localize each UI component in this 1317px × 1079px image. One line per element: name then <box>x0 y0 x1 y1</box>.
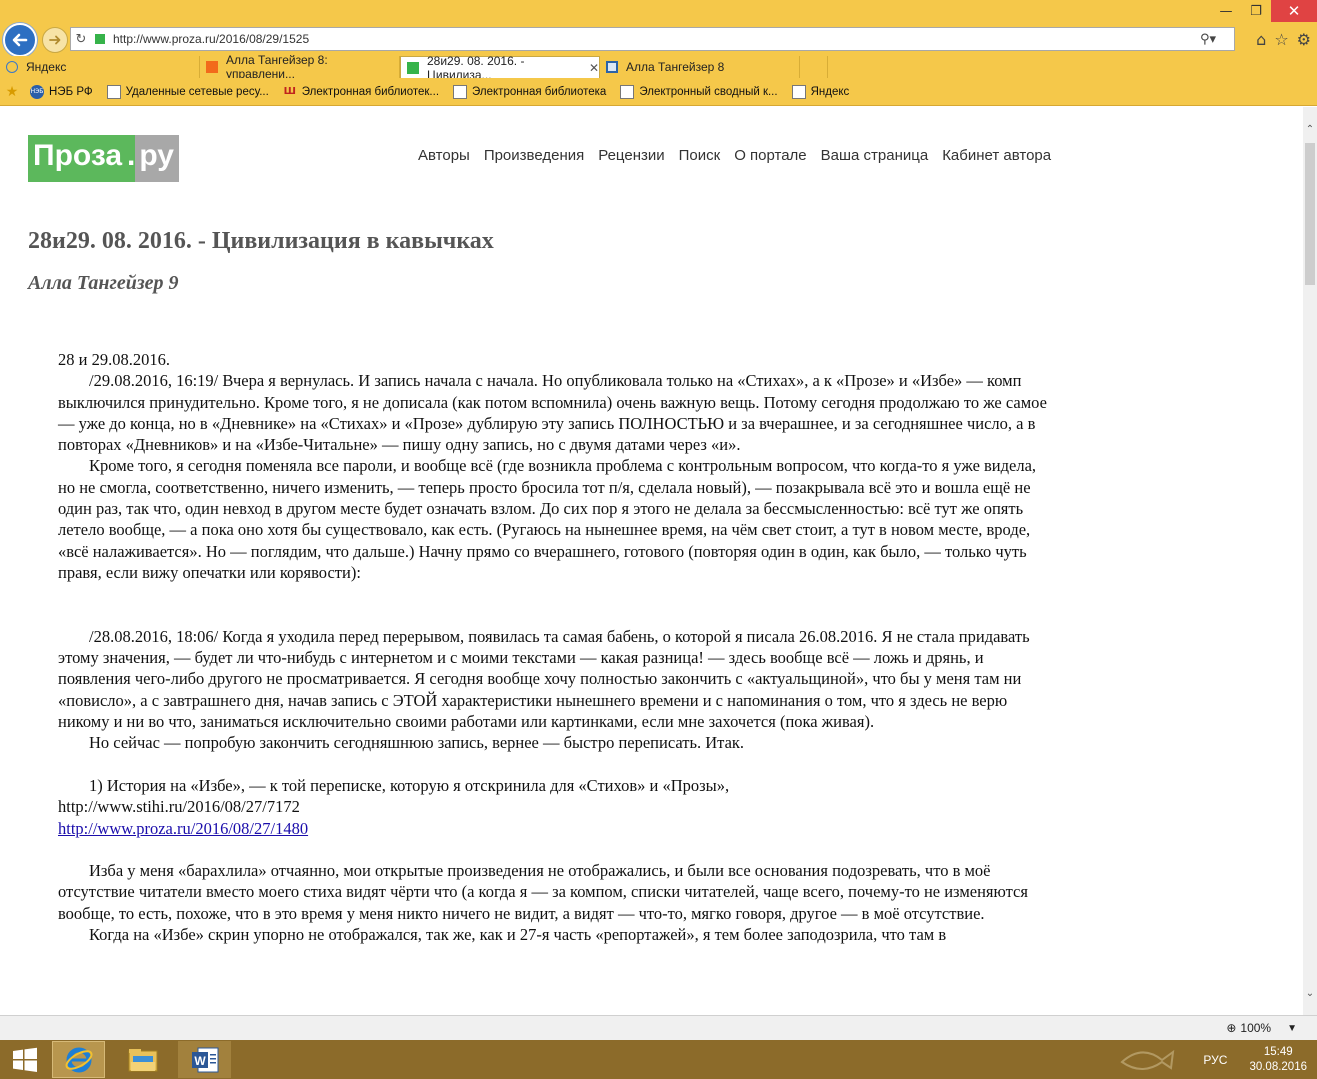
work-title: 28и29. 08. 2016. - Цивилизация в кавычка… <box>28 228 494 254</box>
scroll-down-icon[interactable]: ⌄ <box>1303 987 1317 1001</box>
taskbar-file-explorer[interactable] <box>116 1041 169 1078</box>
windows-logo-icon <box>13 1047 37 1072</box>
folder-icon <box>128 1048 157 1071</box>
orange-site-icon <box>206 61 218 73</box>
nav-search[interactable]: Поиск <box>679 147 721 164</box>
status-bar: ⊕ 100% ▼ <box>0 1015 1317 1040</box>
tab-author-management[interactable]: Алла Тангейзер 8: управлени... <box>200 53 400 81</box>
favorite-item[interactable]: Электронная библиотека <box>453 84 606 99</box>
work-text: 28 и 29.08.2016. /29.08.2016, 16:19/ Вче… <box>58 349 1048 945</box>
proza-link[interactable]: http://www.proza.ru/2016/08/27/1480 <box>58 819 308 838</box>
tab-label: Алла Тангейзер 8: управлени... <box>226 53 328 81</box>
ie-page-icon <box>6 61 18 73</box>
taskbar-internet-explorer[interactable] <box>52 1041 105 1078</box>
text-paragraph: Изба у меня «барахлила» отчаянно, мои от… <box>58 861 1028 923</box>
text-paragraph: /28.08.2016, 18:06/ Когда я уходила пере… <box>58 626 1030 732</box>
internet-explorer-icon <box>65 1047 92 1072</box>
forward-button[interactable] <box>42 27 68 53</box>
scroll-up-icon[interactable]: ⌃ <box>1303 123 1317 137</box>
start-button[interactable] <box>5 1041 45 1078</box>
taskbar-word[interactable]: W <box>178 1041 231 1078</box>
proza-site-icon <box>407 61 419 74</box>
wallpaper-fish-icon <box>1120 1049 1175 1070</box>
browser-tools: ⌂ ☆ ⚙ <box>1256 30 1311 49</box>
close-button[interactable]: ✕ <box>1271 0 1317 22</box>
input-language[interactable]: РУС <box>1203 1053 1227 1067</box>
favorite-item[interactable]: НЭБ НЭБ РФ <box>30 84 93 99</box>
zoom-level: 100% <box>1240 1021 1272 1035</box>
refresh-icon[interactable]: ↻ <box>71 32 91 47</box>
zoom-magnifier-icon: ⊕ <box>1226 1021 1237 1035</box>
site-favicon-icon <box>95 34 105 44</box>
ie-page-icon <box>791 84 806 99</box>
favorites-star-icon[interactable]: ☆ <box>1274 30 1288 49</box>
text-paragraph: Но сейчас — попробую закончить сегодняшн… <box>89 733 745 753</box>
text-date: 28 и 29.08.2016. <box>58 350 170 369</box>
tab-yandex[interactable]: Яндекс <box>0 56 200 78</box>
library-red-icon: Ш <box>283 86 296 97</box>
site-logo[interactable]: Проза. ру <box>28 135 179 182</box>
library-site-icon <box>606 61 618 73</box>
tab-current-work[interactable]: 28и29. 08. 2016. - Цивилиза... ✕ <box>400 54 600 82</box>
ie-page-icon <box>453 84 468 99</box>
text-paragraph: Кроме того, я сегодня поменяла все парол… <box>58 456 1037 582</box>
svg-text:W: W <box>194 1054 206 1068</box>
nav-your-page[interactable]: Ваша страница <box>821 147 929 164</box>
nav-works[interactable]: Произведения <box>484 147 584 164</box>
system-tray: РУС 15:49 30.08.2016 <box>1203 1040 1317 1079</box>
vertical-scrollbar[interactable]: ⌃ ⌄ <box>1303 107 1317 1015</box>
back-arrow-icon <box>12 33 28 47</box>
text-paragraph: Когда на «Избе» скрин упорно не отобража… <box>89 925 947 945</box>
plain-url: http://www.stihi.ru/2016/08/27/7172 <box>58 797 300 817</box>
text-paragraph: 1) История на «Избе», — к той переписке,… <box>89 775 730 795</box>
favorite-item[interactable]: Электронный сводный к... <box>620 84 778 99</box>
forward-arrow-icon <box>49 35 61 45</box>
zoom-control[interactable]: ⊕ 100% ▼ <box>1226 1021 1297 1035</box>
settings-gear-icon[interactable]: ⚙ <box>1297 30 1311 49</box>
tab-label: Алла Тангейзер 8 <box>626 60 725 74</box>
word-icon: W <box>191 1047 218 1072</box>
windows-taskbar: W РУС 15:49 30.08.2016 <box>0 1040 1317 1079</box>
page-viewport: Проза. ру Авторы Произведения Рецензии По… <box>0 107 1303 1015</box>
tab-strip: Яндекс Алла Тангейзер 8: управлени... 28… <box>0 53 1317 82</box>
favorite-item[interactable]: Яндекс <box>791 84 849 99</box>
search-dropdown-icon[interactable]: ⚲▾ <box>1193 32 1223 47</box>
minimize-button[interactable]: — <box>1211 0 1241 22</box>
favorite-item[interactable]: Удаленные сетевые ресу... <box>106 84 269 99</box>
ie-page-icon <box>620 84 635 99</box>
work-author-link[interactable]: Алла Тангейзер 9 <box>28 272 179 295</box>
favorites-bar: ★ НЭБ НЭБ РФ Удаленные сетевые ресу... ШЭ… <box>0 78 1317 106</box>
address-bar[interactable]: ↻ ⚲▾ <box>70 27 1235 51</box>
site-navigation: Авторы Произведения Рецензии Поиск О пор… <box>418 147 1051 164</box>
document-icon <box>106 84 121 99</box>
tab-label: Яндекс <box>26 60 67 74</box>
tab-author-page[interactable]: Алла Тангейзер 8 <box>600 56 800 78</box>
window-controls: — ❐ ✕ <box>1211 0 1317 22</box>
text-paragraph: /29.08.2016, 16:19/ Вчера я вернулась. И… <box>58 371 1047 455</box>
restore-button[interactable]: ❐ <box>1241 0 1271 22</box>
system-clock[interactable]: 15:49 30.08.2016 <box>1249 1045 1307 1075</box>
back-button[interactable] <box>3 23 37 57</box>
nav-author-cabinet[interactable]: Кабинет автора <box>942 147 1051 164</box>
zoom-dropdown-icon[interactable]: ▼ <box>1287 1023 1297 1034</box>
nav-authors[interactable]: Авторы <box>418 147 470 164</box>
neb-icon: НЭБ <box>30 84 44 99</box>
tab-close-icon[interactable]: ✕ <box>589 61 599 75</box>
navigation-bar: ↻ ⚲▾ ⌂ ☆ ⚙ <box>0 22 1317 57</box>
home-icon[interactable]: ⌂ <box>1256 30 1266 49</box>
scroll-thumb[interactable] <box>1305 143 1315 285</box>
favorite-item[interactable]: Ш Электронная библиотек... <box>283 85 439 99</box>
nav-reviews[interactable]: Рецензии <box>598 147 664 164</box>
address-input[interactable] <box>113 32 1193 46</box>
nav-about[interactable]: О портале <box>734 147 806 164</box>
browser-window: — ❐ ✕ ↻ ⚲▾ ⌂ ☆ ⚙ <box>0 0 1317 1079</box>
title-bar: — ❐ ✕ <box>0 0 1317 24</box>
new-tab-button[interactable] <box>800 56 828 78</box>
add-favorite-icon[interactable]: ★ <box>5 84 24 100</box>
